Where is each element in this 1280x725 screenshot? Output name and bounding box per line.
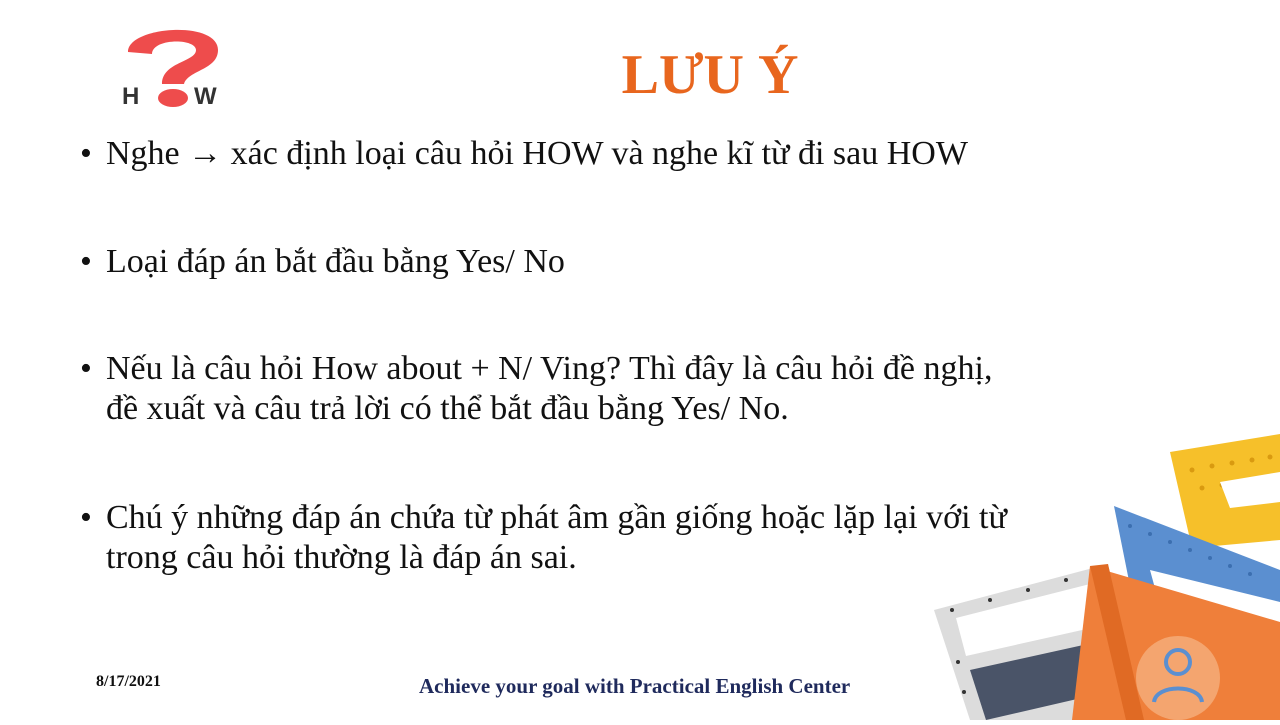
- decorative-illustration: [930, 430, 1280, 720]
- bullet-marker: •: [80, 350, 92, 387]
- svg-text:H: H: [122, 83, 139, 108]
- bullet-text: Nếu là câu hỏi How about + N/ Ving? Thì …: [106, 350, 993, 387]
- books-illustration-icon: [934, 434, 1280, 720]
- bullet-text: Loại đáp án bắt đầu bằng Yes/ No: [106, 243, 565, 280]
- svg-text:W: W: [194, 83, 217, 108]
- footer-tagline: Achieve your goal with Practical English…: [419, 674, 851, 698]
- question-how-icon: H W: [122, 29, 218, 110]
- slide-title: LƯU Ý: [621, 44, 799, 106]
- bullet-marker: •: [80, 243, 92, 280]
- how-logo: H W: [118, 22, 234, 110]
- bullet-text: đề xuất và câu trả lời có thể bắt đầu bằ…: [106, 390, 789, 427]
- bullet-marker: •: [80, 499, 92, 536]
- slide-date: 8/17/2021: [96, 673, 161, 690]
- bullet-marker: •: [80, 135, 92, 172]
- bullet-text: Nghe → xác định loại câu hỏi HOW và nghe…: [106, 135, 968, 172]
